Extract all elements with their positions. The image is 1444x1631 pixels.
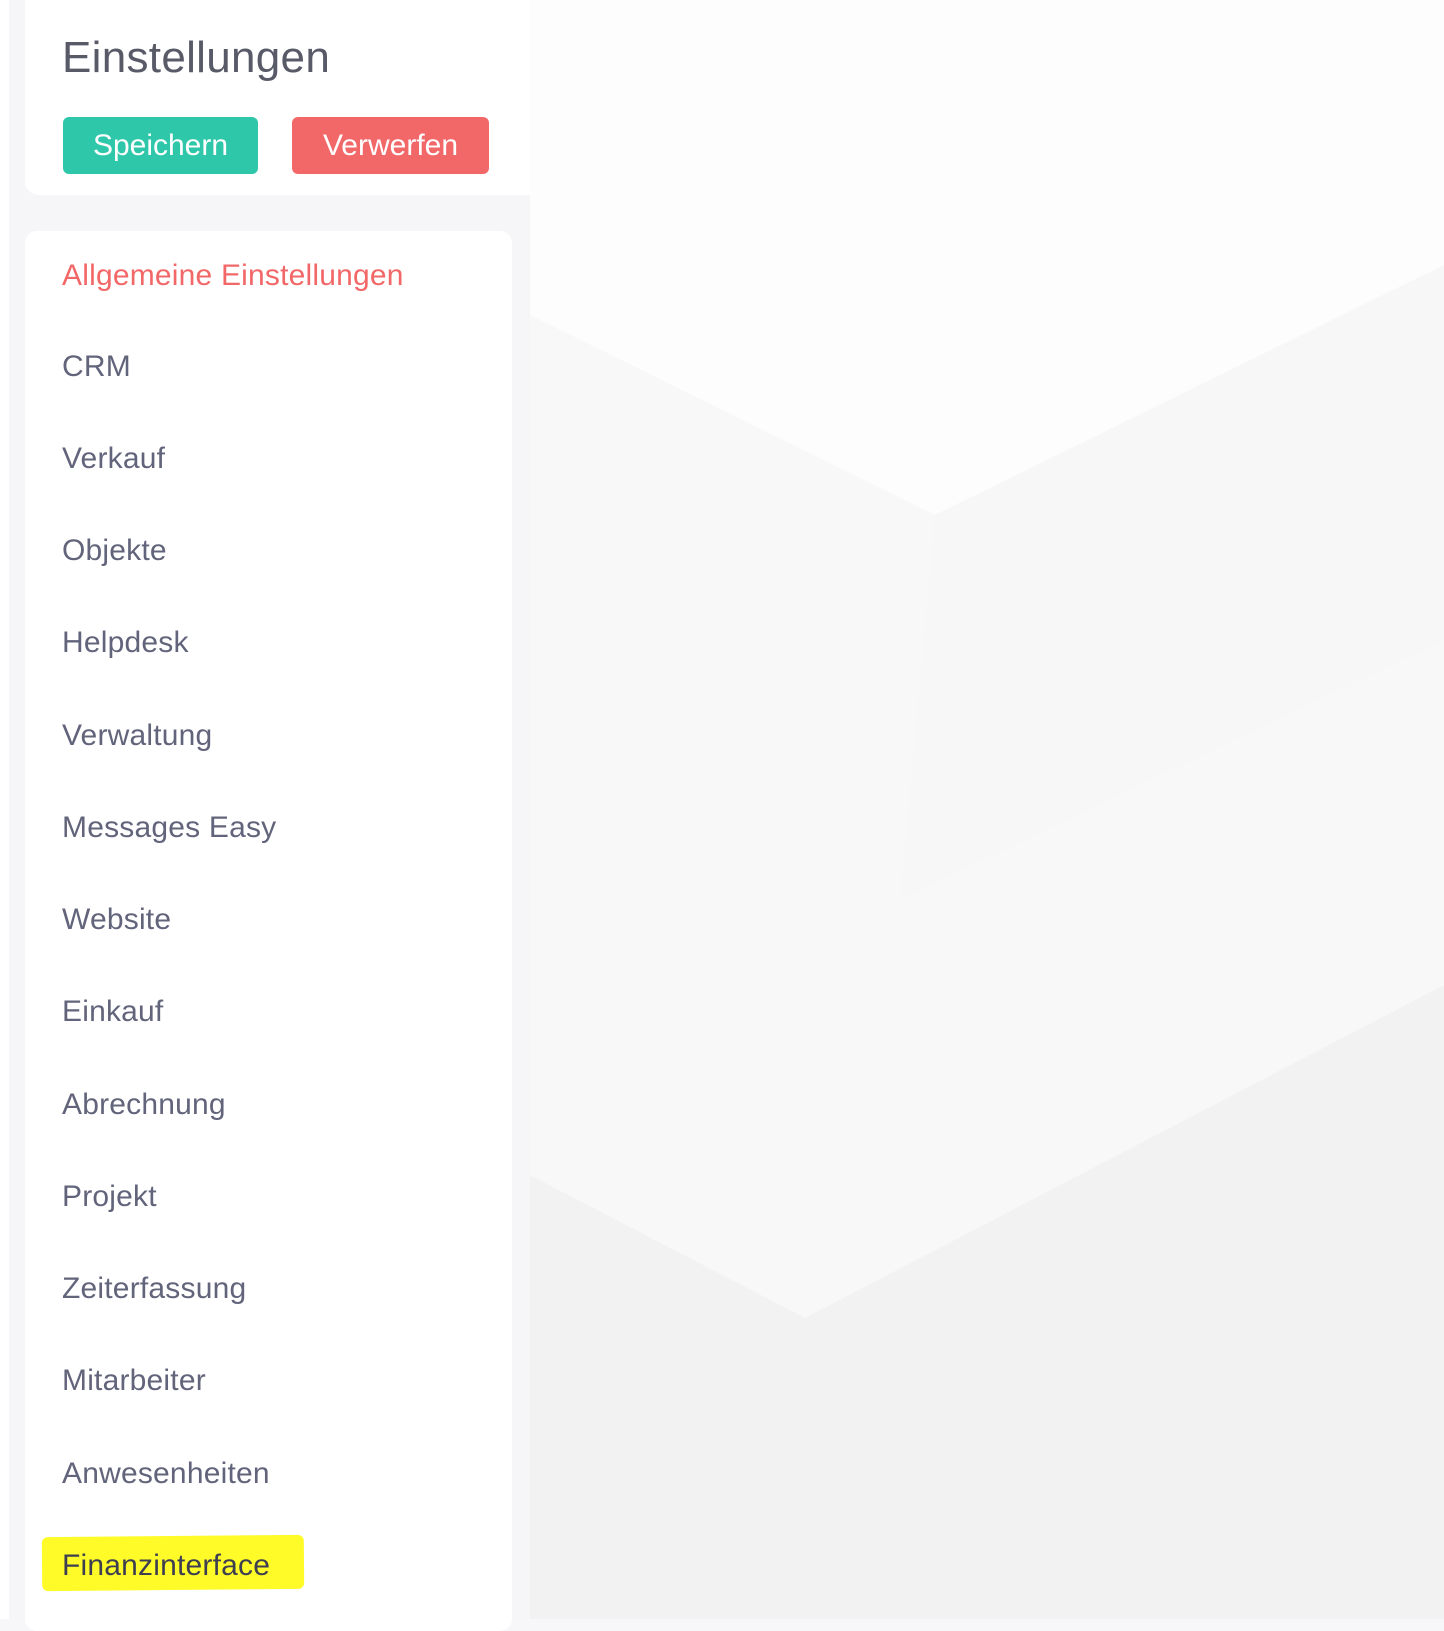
nav-item-verwaltung[interactable]: Verwaltung [62,716,212,756]
nav-item-projekt[interactable]: Projekt [62,1177,157,1217]
nav-item-objekte[interactable]: Objekte [62,531,167,571]
nav-item-verkauf[interactable]: Verkauf [62,439,165,479]
main-content-area [530,0,1444,1619]
nav-item-anwesenheiten[interactable]: Anwesenheiten [62,1454,270,1494]
save-button[interactable]: Speichern [63,117,258,174]
nav-item-mitarbeiter[interactable]: Mitarbeiter [62,1361,206,1401]
background-pattern [530,0,1444,1619]
nav-item-crm[interactable]: CRM [62,347,131,387]
nav-item-einkauf[interactable]: Einkauf [62,992,163,1032]
nav-item-abrechnung[interactable]: Abrechnung [62,1085,226,1125]
nav-item-finanzinterface[interactable]: Finanzinterface [62,1546,270,1586]
nav-item-messages-easy[interactable]: Messages Easy [62,808,276,848]
nav-item-zeiterfassung[interactable]: Zeiterfassung [62,1269,246,1309]
nav-item-allgemeine-einstellungen[interactable]: Allgemeine Einstellungen [62,256,404,296]
nav-item-website[interactable]: Website [62,900,171,940]
page-title: Einstellungen [62,33,331,82]
discard-button[interactable]: Verwerfen [292,117,489,174]
left-edge [0,0,9,1619]
nav-item-helpdesk[interactable]: Helpdesk [62,623,189,663]
